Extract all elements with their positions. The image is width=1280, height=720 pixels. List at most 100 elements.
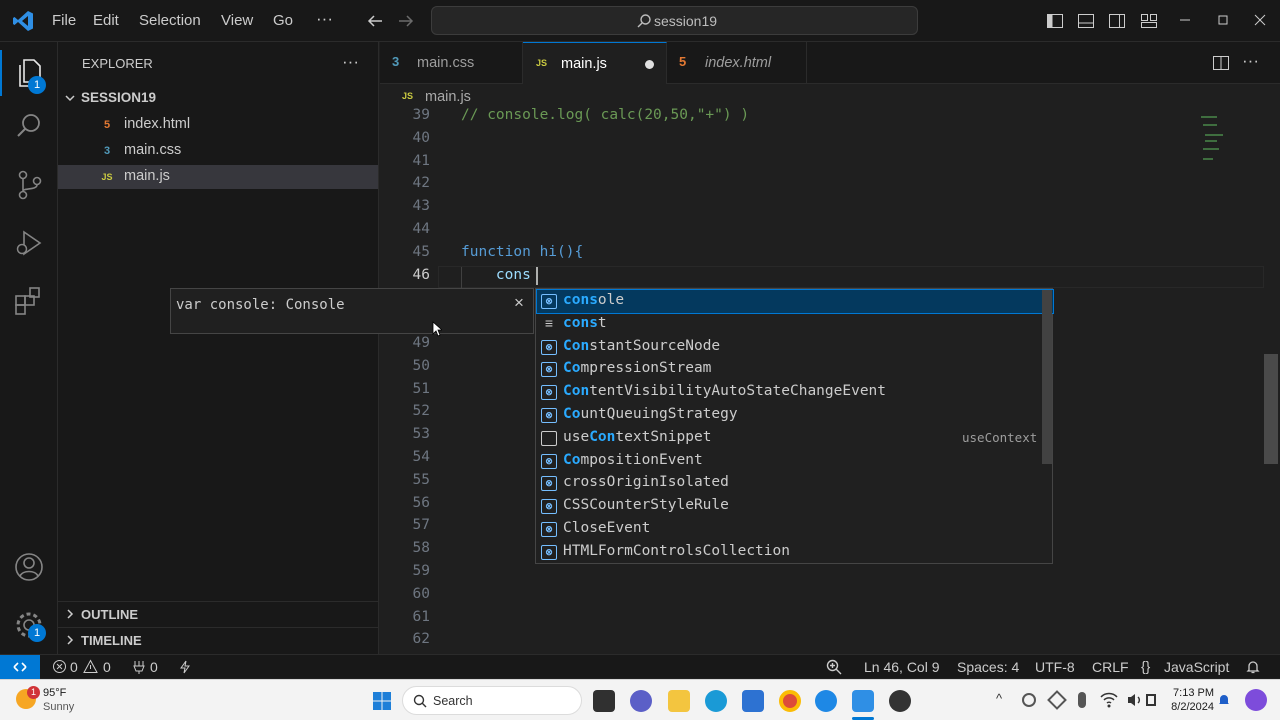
hover-close-button[interactable]: × [514,293,524,313]
network-icon[interactable] [1022,693,1036,707]
activity-accounts[interactable] [0,542,58,592]
activity-extensions[interactable] [0,276,58,326]
suggest-item[interactable]: useContextSnippet useContext [537,427,1053,450]
activity-search[interactable] [0,102,58,152]
browser-icon[interactable] [815,690,837,712]
minimize-icon[interactable] [1178,13,1192,27]
customize-layout-icon[interactable] [1140,12,1158,30]
problems-button[interactable]: 0 0 [50,655,116,679]
weather-temp[interactable]: 95°F [43,687,66,699]
tab-index-html[interactable]: 5 index.html [667,42,807,84]
menu-more[interactable]: ··· [316,9,333,29]
timeline-section[interactable]: TIMELINE [58,627,378,651]
chat-icon[interactable] [630,690,652,712]
outline-section[interactable]: OUTLINE [58,601,378,625]
clock-date[interactable]: 8/2/2024 [1164,701,1214,713]
copilot-icon[interactable] [1245,689,1267,711]
toggle-panel-icon[interactable] [1077,12,1095,30]
breadcrumb-file[interactable]: main.js [425,89,471,105]
suggest-item[interactable]: ⊗ ContentVisibilityAutoStateChangeEvent [537,381,1053,404]
menu-view[interactable]: View [221,12,253,29]
toggle-primary-sidebar-icon[interactable] [1046,12,1064,30]
suggest-item[interactable]: ⊗ CompositionEvent [537,450,1053,473]
menu-selection[interactable]: Selection [139,12,201,29]
cursor-position[interactable]: Ln 46, Col 9 [864,659,940,675]
suggest-item[interactable]: ⊗ HTMLFormControlsCollection [537,541,1053,564]
search-icon [637,14,651,28]
search-icon [17,114,40,137]
language-mode[interactable]: JavaScript [1164,659,1229,675]
activity-source-control[interactable] [0,160,58,210]
file-item-main-js[interactable]: JS main.js [58,165,378,189]
chrome-icon[interactable] [779,690,801,712]
notification-bell-icon[interactable] [1216,692,1232,708]
sidebar-more-button[interactable]: ··· [342,52,359,72]
line-number: 60 [412,585,430,602]
wifi-icon[interactable] [1100,692,1118,708]
line-number: 43 [412,198,430,215]
volume-icon[interactable] [1126,692,1144,708]
line-number: 46 [412,266,430,283]
maximize-icon[interactable] [1216,13,1230,27]
taskbar-search[interactable]: Search [402,686,582,715]
task-view-icon[interactable] [593,690,615,712]
minimap[interactable] [1199,114,1229,174]
store-icon[interactable] [742,690,764,712]
tab-main-css[interactable]: 3 main.css [380,42,523,84]
file-item-index-html[interactable]: 5 index.html [58,113,378,137]
unsaved-dot-icon[interactable] [645,60,654,69]
command-center-search[interactable]: session19 [431,6,918,35]
split-editor-icon[interactable] [1212,54,1230,72]
vscode-logo-icon[interactable] [12,10,34,32]
suggest-item[interactable]: ⊗ ConstantSourceNode [537,336,1053,359]
windows-taskbar: 1 95°F Sunny Search ^ 7:13 PM 8/2/2024 [0,679,1280,720]
ports-button[interactable]: 0 [130,655,170,679]
activity-bar: 1 1 [0,42,58,654]
suggest-item[interactable]: ⊗ crossOriginIsolated [537,472,1053,495]
file-explorer-icon[interactable] [668,690,690,712]
editor-more-button[interactable]: ··· [1242,51,1259,71]
suggest-item[interactable]: ⊗ CloseEvent [537,518,1053,541]
activity-manage[interactable]: 1 [0,600,58,650]
suggest-item[interactable]: ≡ const [537,313,1053,336]
variable-icon: ⊗ [541,385,557,401]
suggest-scrollbar[interactable] [1042,290,1052,464]
file-item-main-css[interactable]: 3 main.css [58,139,378,163]
end-of-line[interactable]: CRLF [1092,659,1129,675]
menu-edit[interactable]: Edit [93,12,119,29]
bell-icon[interactable] [1245,659,1261,675]
back-arrow-icon[interactable] [366,12,384,30]
suggest-item[interactable]: ⊗ CSSCounterStyleRule [537,495,1053,518]
app-icon[interactable] [889,690,911,712]
remote-button[interactable] [0,655,40,679]
menu-file[interactable]: File [52,12,76,29]
zoom-icon[interactable] [826,659,842,675]
menu-go[interactable]: Go [273,12,293,29]
battery-icon[interactable] [1146,694,1156,706]
suggest-item[interactable]: ⊗ CompressionStream [537,358,1053,381]
editor-scrollbar[interactable] [1264,354,1278,464]
toggle-secondary-sidebar-icon[interactable] [1108,12,1126,30]
onedrive-icon[interactable] [1047,690,1067,710]
microphone-icon[interactable] [1078,692,1086,708]
edge-icon[interactable] [705,690,727,712]
warning-count: 0 [103,659,111,675]
folder-header[interactable]: SESSION19 [58,86,378,110]
clock-time[interactable]: 7:13 PM [1164,687,1214,699]
chevron-up-icon[interactable]: ^ [996,691,1002,706]
encoding[interactable]: UTF-8 [1035,659,1075,675]
suggest-item[interactable]: ⊗ console [536,289,1054,314]
lightning-icon[interactable] [178,660,192,674]
indentation[interactable]: Spaces: 4 [957,659,1019,675]
activity-explorer[interactable]: 1 [0,48,58,98]
close-window-icon[interactable] [1253,13,1267,27]
code-line: function hi(){ [461,243,584,260]
activity-run-debug[interactable] [0,218,58,268]
vscode-taskbar-icon[interactable] [852,690,874,712]
windows-start-icon[interactable] [372,691,392,711]
outline-label: OUTLINE [81,607,139,622]
tab-main-js[interactable]: JS main.js [523,42,667,84]
line-number: 53 [412,426,430,443]
suggest-item[interactable]: ⊗ CountQueuingStrategy [537,404,1053,427]
forward-arrow-icon[interactable] [397,12,415,30]
